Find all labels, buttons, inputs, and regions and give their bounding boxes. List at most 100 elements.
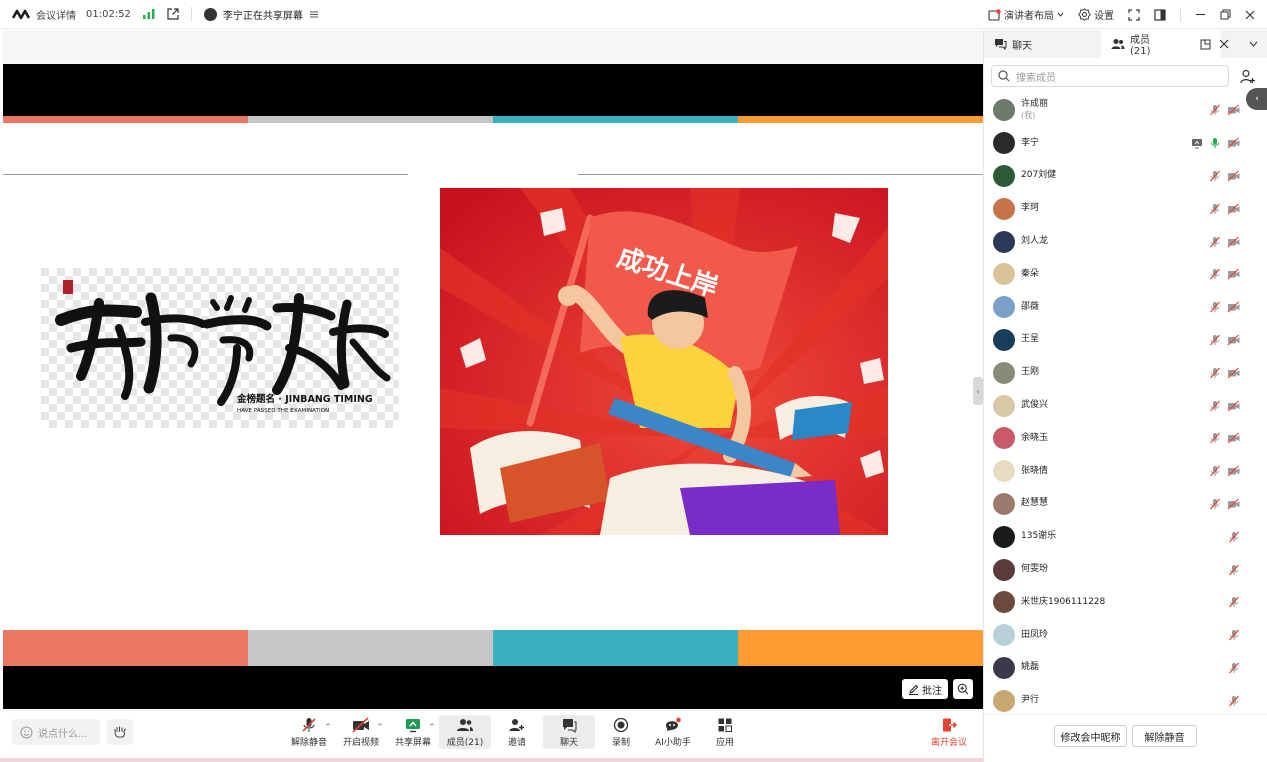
sharing-menu-icon[interactable] <box>309 9 319 19</box>
mic-muted-icon[interactable] <box>1209 104 1221 116</box>
member-row[interactable]: 王呈 <box>984 324 1254 357</box>
unmute-button[interactable]: 解除静音 ^ <box>283 715 335 749</box>
member-row[interactable]: 米世庆1906111228 <box>984 586 1254 619</box>
calligraphy-subcaption: HAVE PASSED THE EXAMINATION <box>237 408 329 414</box>
invite-icon <box>509 717 525 733</box>
mic-muted-icon[interactable] <box>1209 268 1221 280</box>
member-row[interactable]: 武俊兴 <box>984 389 1254 422</box>
video-off-icon[interactable] <box>1227 170 1240 182</box>
caret-up-icon[interactable]: ^ <box>377 723 383 731</box>
member-row[interactable]: 田凤玲 <box>984 619 1254 652</box>
mic-muted-icon[interactable] <box>1209 400 1221 412</box>
mic-muted-icon[interactable] <box>1209 236 1221 248</box>
member-row[interactable]: 何雯玢 <box>984 553 1254 586</box>
member-row[interactable]: 尹行 <box>984 684 1254 717</box>
tab-members[interactable]: 成员(21) <box>1101 30 1228 58</box>
invite-button[interactable]: 邀请 <box>491 715 543 749</box>
close-icon[interactable] <box>1219 39 1229 49</box>
video-off-icon[interactable] <box>1227 203 1240 215</box>
ai-assistant-button[interactable]: AI小助手 <box>647 715 699 749</box>
sidebar-toggle-icon[interactable] <box>1154 8 1166 21</box>
collapse-handle[interactable]: ‹ <box>973 377 983 405</box>
member-name-block: 李珂 <box>1021 203 1039 214</box>
meeting-details-link[interactable]: 会议详情 <box>36 7 76 22</box>
avatar <box>993 230 1015 253</box>
mic-muted-icon[interactable] <box>1228 531 1240 543</box>
member-status-icons <box>1209 268 1240 280</box>
video-off-icon[interactable] <box>1227 367 1240 379</box>
mic-muted-icon[interactable] <box>1209 334 1221 346</box>
video-off-icon[interactable] <box>1227 432 1240 444</box>
video-off-icon[interactable] <box>1227 498 1240 510</box>
tab-chat[interactable]: 聊天 <box>984 30 1101 58</box>
apps-button[interactable]: 应用 <box>699 715 751 749</box>
close-icon[interactable] <box>1245 10 1255 20</box>
member-status-icons <box>1209 400 1240 412</box>
annotate-button[interactable]: 批注 <box>902 679 948 699</box>
member-row[interactable]: 王刚 <box>984 356 1254 389</box>
member-row[interactable]: 赵慧慧 <box>984 488 1254 521</box>
popout-icon[interactable] <box>1200 39 1211 50</box>
member-row[interactable]: 秦朵 <box>984 258 1254 291</box>
fullscreen-icon[interactable] <box>1128 8 1140 21</box>
video-off-icon[interactable] <box>1227 400 1240 412</box>
start-video-button[interactable]: 开启视频 ^ <box>335 715 387 749</box>
mic-muted-icon[interactable] <box>1209 498 1221 510</box>
popout-icon[interactable] <box>167 8 179 20</box>
member-row[interactable]: 许成丽 (我) <box>984 94 1254 127</box>
rename-in-meeting-button[interactable]: 修改会中昵称 <box>1054 725 1127 747</box>
mic-muted-icon[interactable] <box>1228 662 1240 674</box>
members-button[interactable]: 成员(21) <box>439 715 491 749</box>
video-off-icon[interactable] <box>1227 465 1240 477</box>
zoom-button[interactable] <box>953 679 973 699</box>
mic-muted-icon[interactable] <box>1209 203 1221 215</box>
mic-on-icon[interactable] <box>1209 137 1221 149</box>
layout-label: 演讲者布局 <box>1004 11 1054 22</box>
chevron-down-icon <box>1249 41 1258 47</box>
members-icon <box>1111 38 1125 50</box>
member-name: 何雯玢 <box>1021 564 1049 575</box>
member-row[interactable]: 刘人龙 <box>984 225 1254 258</box>
mic-muted-icon[interactable] <box>1209 367 1221 379</box>
layout-button[interactable]: 演讲者布局 <box>988 7 1064 22</box>
caret-up-icon[interactable]: ^ <box>325 723 331 731</box>
raise-hand-button[interactable] <box>107 719 133 745</box>
toolbar-label: 成员(21) <box>446 738 484 748</box>
video-off-icon[interactable] <box>1227 301 1240 313</box>
member-row[interactable]: 207刘健 <box>984 160 1254 193</box>
video-off-icon[interactable] <box>1227 334 1240 346</box>
video-off-icon[interactable] <box>1227 104 1240 116</box>
quick-chat-input[interactable]: 说点什么... <box>12 719 100 745</box>
mic-muted-icon[interactable] <box>1228 596 1240 608</box>
video-off-icon[interactable] <box>1227 236 1240 248</box>
minimize-icon[interactable] <box>1195 9 1206 20</box>
restore-icon[interactable] <box>1220 9 1231 20</box>
member-row[interactable]: 李宁 <box>984 127 1254 160</box>
signal-strength-icon[interactable] <box>142 9 155 19</box>
leave-meeting-button[interactable]: 离开会议 <box>931 717 967 748</box>
member-search-input[interactable]: 搜索成员 <box>991 65 1229 87</box>
panel-more-button[interactable] <box>1241 30 1265 58</box>
settings-button[interactable]: 设置 <box>1078 7 1114 22</box>
add-member-button[interactable] <box>1236 65 1258 87</box>
mic-muted-icon[interactable] <box>1209 432 1221 444</box>
member-row[interactable]: 张晓倩 <box>984 455 1254 488</box>
member-row[interactable]: 姚磊 <box>984 652 1254 685</box>
member-row[interactable]: 邵薇 <box>984 291 1254 324</box>
caret-up-icon[interactable]: ^ <box>429 723 435 731</box>
unmute-all-button[interactable]: 解除静音 <box>1132 725 1197 747</box>
member-row[interactable]: 135谢乐 <box>984 520 1254 553</box>
chat-button[interactable]: 聊天 <box>543 715 595 749</box>
member-row[interactable]: 李珂 <box>984 192 1254 225</box>
record-button[interactable]: 录制 <box>595 715 647 749</box>
member-row[interactable]: 余晓玉 <box>984 422 1254 455</box>
mic-muted-icon[interactable] <box>1209 301 1221 313</box>
mic-muted-icon[interactable] <box>1228 695 1240 707</box>
mic-muted-icon[interactable] <box>1209 170 1221 182</box>
mic-muted-icon[interactable] <box>1228 564 1240 576</box>
share-screen-button[interactable]: 共享屏幕 ^ <box>387 715 439 749</box>
mic-muted-icon[interactable] <box>1209 465 1221 477</box>
mic-muted-icon[interactable] <box>1228 629 1240 641</box>
video-off-icon[interactable] <box>1227 268 1240 280</box>
video-off-icon[interactable] <box>1227 137 1240 149</box>
